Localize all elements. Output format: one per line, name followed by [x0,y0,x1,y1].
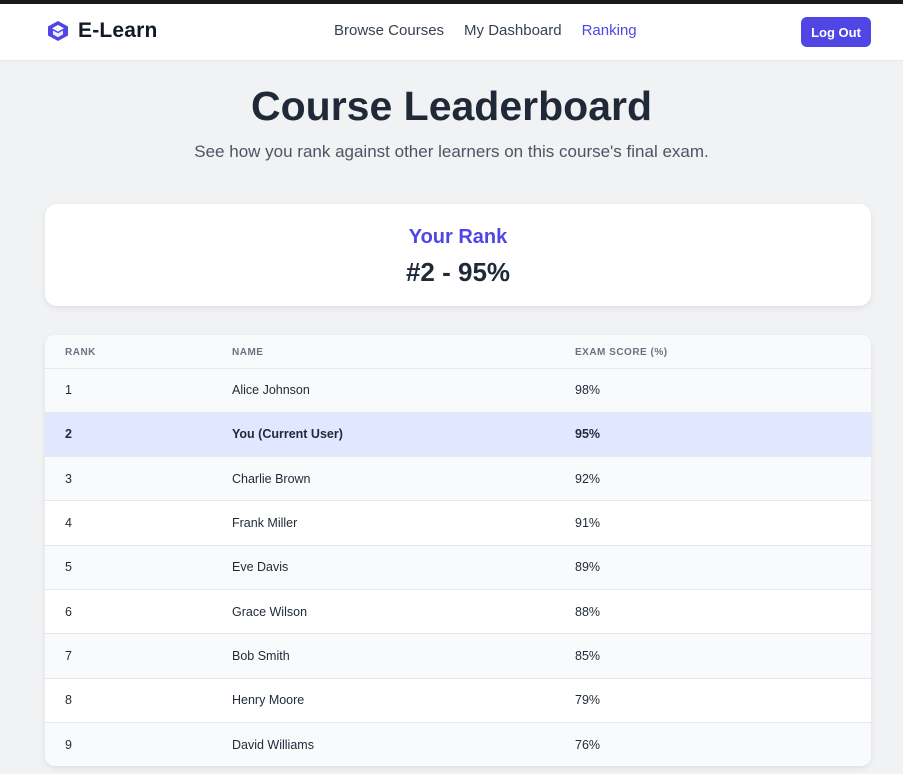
row-rank: 7 [65,648,72,663]
row-score: 85% [575,648,601,663]
row-score: 92% [575,471,601,486]
table-row: 4 Frank Miller 91% [45,500,871,546]
row-name: David Williams [232,737,314,752]
graduation-cap-icon [48,21,68,41]
row-name: Charlie Brown [232,471,311,486]
row-rank: 5 [65,560,72,575]
column-header-rank: RANK [65,346,96,358]
row-score: 89% [575,560,601,575]
row-name: Henry Moore [232,693,305,708]
row-score: 98% [575,383,601,398]
row-rank: 6 [65,604,72,619]
row-rank: 1 [65,383,72,398]
row-rank: 2 [65,427,72,442]
row-score: 91% [575,516,601,531]
nav-link-my-dashboard[interactable]: My Dashboard [464,22,562,39]
row-score: 95% [575,427,601,442]
row-score: 76% [575,737,601,752]
your-rank-card: Your Rank #2 - 95% [45,204,871,306]
column-header-score: EXAM SCORE (%) [575,346,668,358]
brand-logo[interactable]: E-Learn [46,19,158,43]
nav-links: Browse Courses My Dashboard Ranking [334,22,637,39]
nav-link-ranking[interactable]: Ranking [582,22,637,39]
table-row: 9 David Williams 76% [45,722,871,766]
column-header-name: NAME [232,346,264,358]
row-name: Alice Johnson [232,383,310,398]
row-rank: 4 [65,516,72,531]
your-rank-value: #2 - 95% [405,257,511,287]
table-row-current-user: 2 You (Current User) 95% [45,412,871,457]
nav-link-browse-courses[interactable]: Browse Courses [334,22,444,39]
row-rank: 8 [65,693,72,708]
table-row: 1 Alice Johnson 98% [45,368,871,413]
table-row: 7 Bob Smith 85% [45,633,871,679]
leaderboard-table: RANK NAME EXAM SCORE (%) 1 Alice Johnson… [45,335,871,766]
table-row: 8 Henry Moore 79% [45,678,871,723]
logout-button[interactable]: Log Out [801,17,871,47]
row-name: Bob Smith [232,648,290,663]
table-row: 5 Eve Davis 89% [45,545,871,590]
brand-name: E-Learn [78,19,158,42]
your-rank-label: Your Rank [408,226,508,248]
row-name: Eve Davis [232,560,289,575]
table-row: 6 Grace Wilson 88% [45,589,871,634]
navbar: E-Learn Browse Courses My Dashboard Rank… [0,4,903,61]
table-row: 3 Charlie Brown 92% [45,456,871,501]
row-name: You (Current User) [232,427,343,442]
row-score: 88% [575,604,601,619]
row-rank: 9 [65,737,72,752]
row-name: Frank Miller [232,516,298,531]
page-title: Course Leaderboard [251,83,652,129]
row-name: Grace Wilson [232,604,308,619]
table-header-row: RANK NAME EXAM SCORE (%) [45,335,871,368]
page-subtitle: See how you rank against other learners … [194,142,709,161]
row-rank: 3 [65,471,72,486]
row-score: 79% [575,693,601,708]
